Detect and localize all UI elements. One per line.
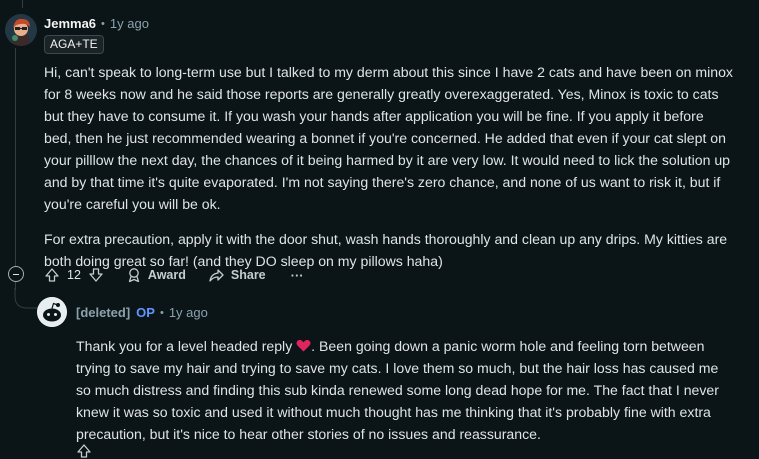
- collapse-thread-button[interactable]: [8, 266, 24, 282]
- comment-meta: Jemma6 • 1y ago: [44, 16, 149, 31]
- share-icon: [209, 269, 224, 282]
- reply-avatar: [37, 297, 67, 327]
- upvote-icon: [45, 268, 59, 282]
- vote-count: 12: [67, 268, 81, 282]
- op-badge: OP: [136, 305, 155, 320]
- deleted-user-icon: [37, 297, 67, 327]
- reply-meta: [deleted] OP • 1y ago: [76, 305, 208, 320]
- award-label: Award: [147, 268, 186, 282]
- thread-line-top: [22, 0, 23, 8]
- author-name[interactable]: Jemma6: [44, 16, 96, 31]
- reply-body: Thank you for a level headed reply . Bee…: [76, 335, 736, 445]
- heart-icon: [296, 339, 311, 352]
- comment-paragraph: Hi, can't speak to long-term use but I t…: [44, 64, 733, 212]
- downvote-button[interactable]: [88, 267, 104, 283]
- reply-paragraph: Thank you for a level headed reply . Bee…: [76, 335, 736, 445]
- reply-actions-partial: [76, 443, 92, 459]
- share-button[interactable]: Share: [208, 267, 266, 283]
- upvote-button[interactable]: [44, 267, 60, 283]
- comment-paragraph: For extra precaution, apply it with the …: [44, 231, 728, 269]
- user-flair: AGA+TE: [44, 35, 104, 54]
- upvote-icon[interactable]: [76, 443, 92, 459]
- timestamp[interactable]: 1y ago: [110, 16, 149, 31]
- comment-body: Hi, can't speak to long-term use but I t…: [44, 61, 734, 272]
- avatar-image: [5, 14, 37, 46]
- award-icon: [128, 268, 140, 283]
- thread-line-main: [15, 48, 16, 266]
- reply-timestamp[interactable]: 1y ago: [169, 305, 208, 320]
- downvote-icon: [89, 268, 103, 282]
- comment-actions: 12 Award Share ···: [44, 267, 304, 283]
- avatar[interactable]: [5, 14, 37, 46]
- separator-dot: •: [101, 17, 105, 30]
- reply-author: [deleted]: [76, 305, 131, 320]
- share-label: Share: [230, 268, 266, 282]
- award-button[interactable]: Award: [126, 267, 186, 283]
- more-options-button[interactable]: ···: [291, 268, 304, 283]
- separator-dot: •: [159, 306, 164, 319]
- reply-text-start: Thank you for a level headed reply: [76, 338, 297, 354]
